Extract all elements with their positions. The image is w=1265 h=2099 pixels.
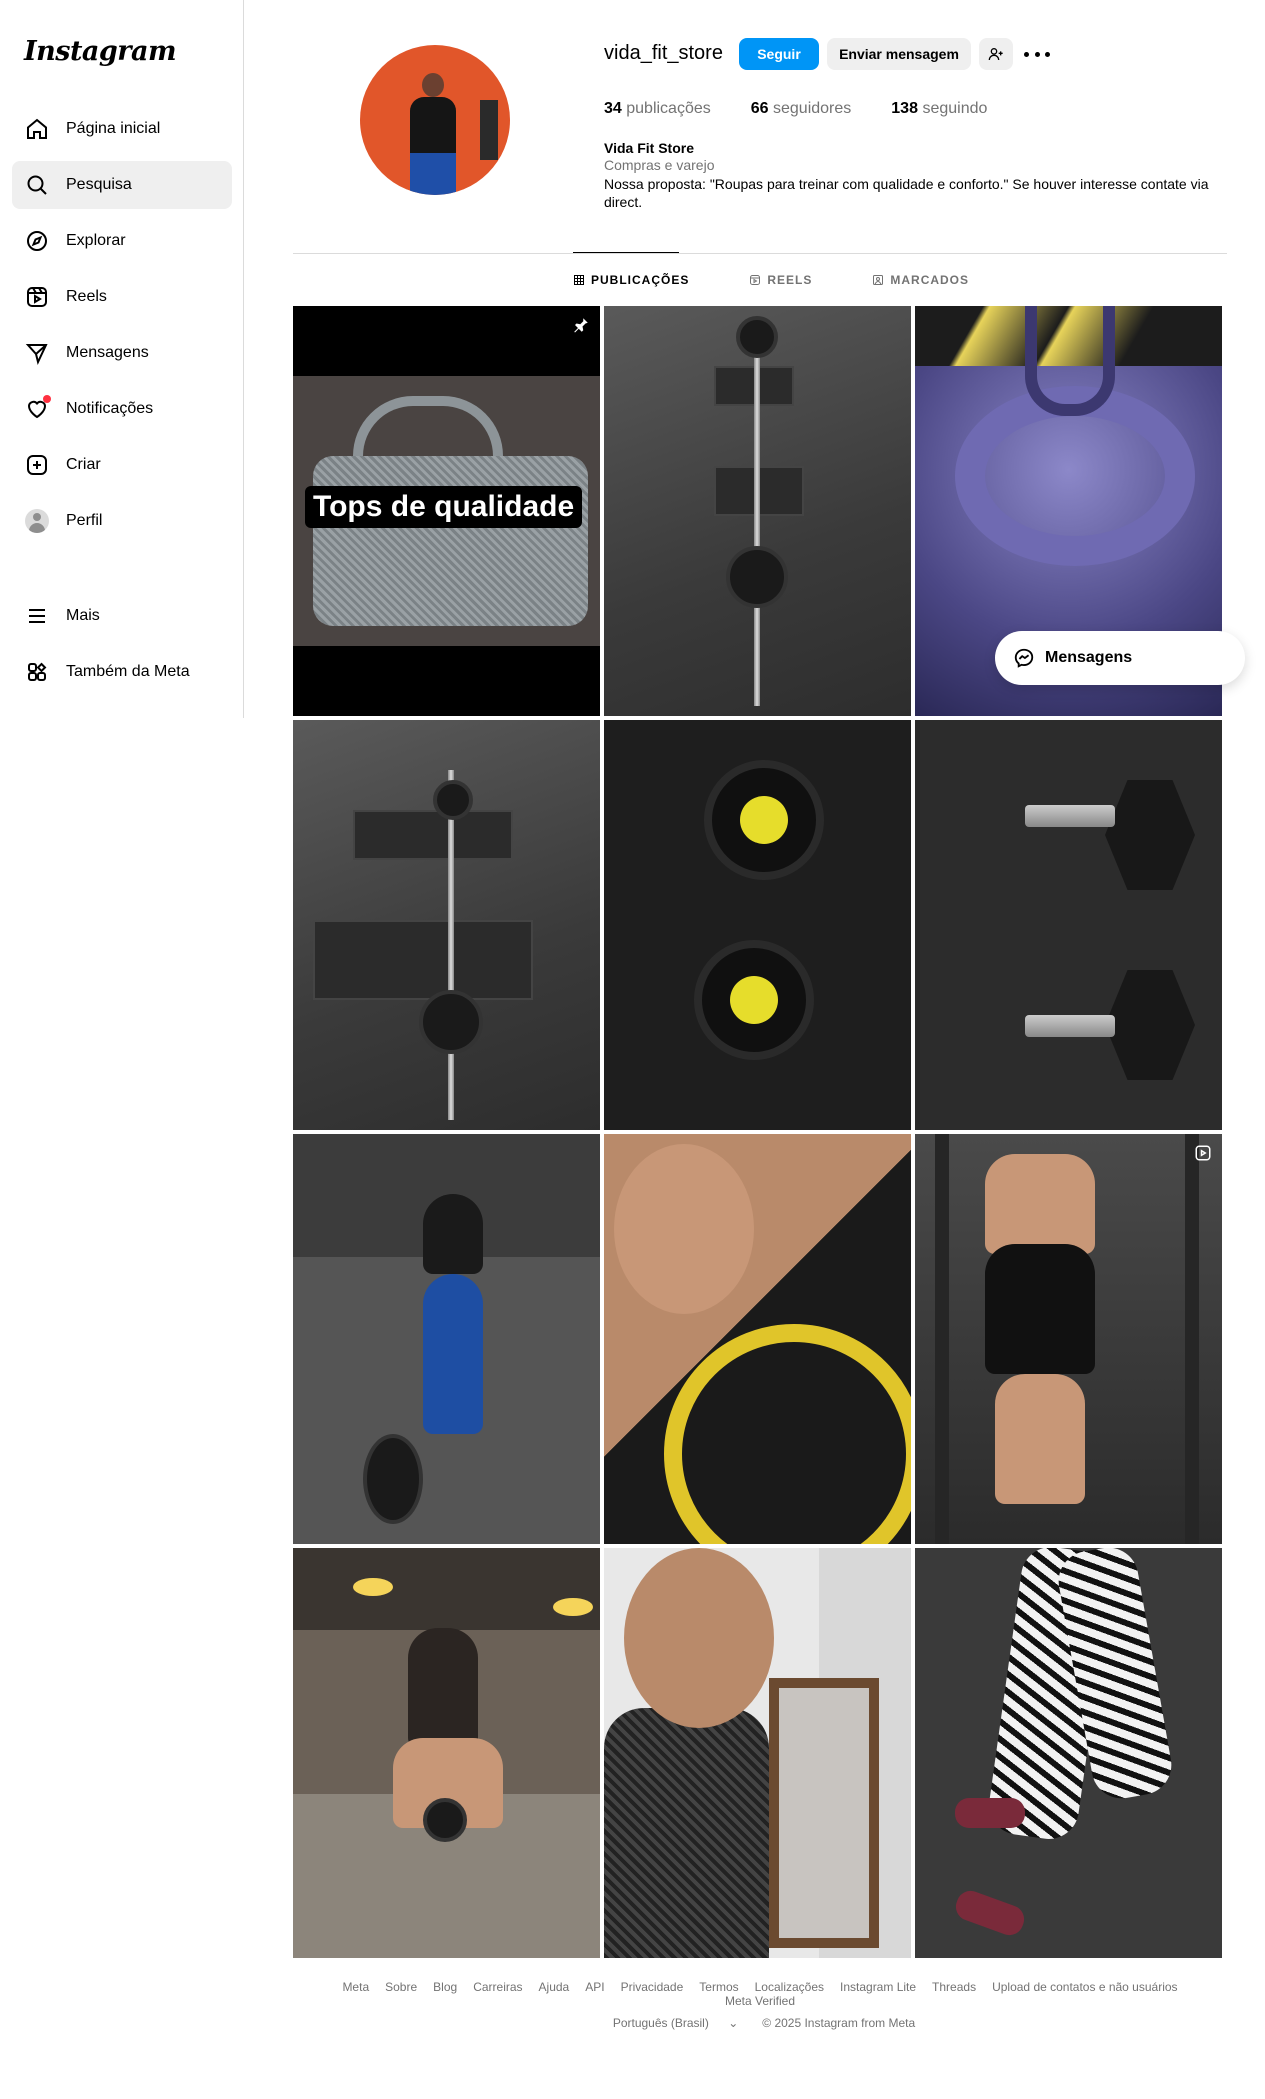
posts-stat: 34 publicações	[604, 100, 711, 117]
instagram-logo[interactable]: Instagram	[24, 36, 177, 67]
footer-link[interactable]: Instagram Lite	[840, 1980, 916, 1994]
menu-icon	[24, 603, 50, 629]
sidebar-item-label: Também da Meta	[66, 663, 190, 680]
sidebar-item-reels[interactable]: Reels	[12, 273, 232, 321]
chevron-down-icon: ⌄	[728, 2016, 739, 2030]
sidebar-item-home[interactable]: Página inicial	[12, 105, 232, 153]
footer-link[interactable]: Threads	[932, 1980, 976, 1994]
tab-posts[interactable]: PUBLICAÇÕES	[573, 273, 689, 287]
following-stat[interactable]: 138 seguindo	[891, 100, 987, 118]
footer-link[interactable]: Blog	[433, 1980, 457, 1994]
post-tile[interactable]	[604, 1134, 911, 1544]
home-icon	[24, 116, 50, 142]
sidebar-item-explore[interactable]: Explorar	[12, 217, 232, 265]
bio-text: Nossa proposta: "Roupas para treinar com…	[604, 176, 1209, 210]
more-options-button[interactable]	[1024, 43, 1050, 65]
footer-link[interactable]: API	[585, 1980, 604, 1994]
posts-grid: Tops de qualidade	[293, 306, 1223, 1958]
tab-tagged[interactable]: MARCADOS	[872, 273, 969, 287]
sidebar-item-notifications[interactable]: Notificações	[12, 385, 232, 433]
footer-link[interactable]: Carreiras	[473, 1980, 522, 1994]
post-tile[interactable]	[915, 1134, 1222, 1544]
search-icon	[24, 172, 50, 198]
sidebar-nav: Página inicial Pesquisa Explorar Reels M…	[12, 105, 232, 553]
sidebar-item-label: Notificações	[66, 400, 154, 417]
compass-icon	[24, 228, 50, 254]
footer-link[interactable]: Termos	[699, 1980, 738, 1994]
sidebar-item-label: Reels	[66, 288, 107, 305]
sidebar-item-more[interactable]: Mais	[12, 592, 232, 640]
active-tab-indicator	[573, 252, 679, 253]
bio-category: Compras e varejo	[604, 157, 715, 173]
sidebar-item-create[interactable]: Criar	[12, 441, 232, 489]
footer-link[interactable]: Meta	[342, 1980, 369, 1994]
sidebar-item-label: Criar	[66, 456, 101, 473]
sidebar-item-label: Mais	[66, 607, 100, 624]
sidebar-item-messages[interactable]: Mensagens	[12, 329, 232, 377]
profile-avatar[interactable]	[360, 45, 510, 195]
reels-icon	[24, 284, 50, 310]
reel-indicator-icon	[1194, 1144, 1212, 1162]
copyright: © 2025 Instagram from Meta	[762, 2016, 916, 2030]
footer-link[interactable]: Ajuda	[539, 1980, 570, 1994]
heart-icon	[24, 395, 51, 422]
footer-links: Meta Sobre Blog Carreiras Ajuda API Priv…	[293, 1980, 1227, 2008]
follow-button[interactable]: Seguir	[739, 38, 819, 70]
dot-icon	[1034, 51, 1040, 57]
sidebar-item-label: Página inicial	[66, 120, 161, 137]
footer-link[interactable]: Upload de contatos e não usuários	[992, 1980, 1177, 1994]
notification-dot	[43, 395, 51, 403]
send-icon	[24, 340, 50, 366]
post-overlay-title: Tops de qualidade	[305, 486, 583, 528]
grid-icon	[574, 275, 584, 285]
dot-icon	[1045, 51, 1050, 57]
profile-stats: 34 publicações 66 seguidores 138 seguind…	[604, 100, 1027, 118]
post-tile[interactable]	[293, 1134, 600, 1544]
reels-icon	[750, 275, 761, 285]
sidebar-item-label: Explorar	[66, 232, 126, 249]
post-tile[interactable]	[604, 306, 911, 716]
post-tile[interactable]: Tops de qualidade	[293, 306, 600, 716]
sidebar-item-search[interactable]: Pesquisa	[12, 161, 232, 209]
sidebar-item-label: Perfil	[66, 512, 103, 529]
post-tile[interactable]	[293, 720, 600, 1130]
dot-icon	[1024, 51, 1029, 57]
footer-link[interactable]: Localizações	[755, 1980, 824, 1994]
messages-floating-button[interactable]: Mensagens	[995, 631, 1245, 685]
tabs-divider	[293, 253, 1227, 254]
followers-stat[interactable]: 66 seguidores	[751, 100, 852, 118]
post-tile[interactable]	[293, 1548, 600, 1958]
sidebar-item-label: Pesquisa	[66, 176, 132, 193]
meta-apps-icon	[24, 659, 50, 685]
post-tile[interactable]	[915, 1548, 1222, 1958]
profile-tabs: PUBLICAÇÕES REELS MARCADOS	[573, 273, 1029, 287]
post-tile[interactable]	[604, 1548, 911, 1958]
send-message-button[interactable]: Enviar mensagem	[827, 38, 971, 70]
footer-link[interactable]: Meta Verified	[725, 1994, 795, 2008]
messenger-icon	[1014, 648, 1034, 668]
footer-link[interactable]: Privacidade	[621, 1980, 684, 1994]
bio-name: Vida Fit Store	[604, 140, 694, 156]
footer-bottom: Português (Brasil) ⌄ © 2025 Instagram fr…	[293, 2016, 1227, 2030]
plus-square-icon	[24, 452, 50, 478]
language-selector[interactable]: Português (Brasil) ⌄	[605, 2016, 746, 2030]
sidebar-item-meta[interactable]: Também da Meta	[12, 648, 232, 696]
sidebar-item-label: Mensagens	[66, 344, 149, 361]
sidebar-item-profile[interactable]: Perfil	[12, 497, 232, 545]
sidebar: Instagram Página inicial Pesquisa Explor…	[0, 0, 244, 718]
avatar	[25, 509, 49, 533]
profile-username: vida_fit_store	[604, 42, 723, 64]
add-user-icon	[988, 48, 1003, 61]
footer-link[interactable]: Sobre	[385, 1980, 417, 1994]
pin-icon	[572, 316, 590, 334]
post-tile[interactable]	[604, 720, 911, 1130]
post-tile[interactable]	[915, 720, 1222, 1130]
sidebar-bottom: Mais Também da Meta	[12, 592, 232, 704]
tab-reels[interactable]: REELS	[749, 273, 812, 287]
suggested-users-button[interactable]	[979, 38, 1013, 70]
tagged-icon	[873, 275, 884, 285]
